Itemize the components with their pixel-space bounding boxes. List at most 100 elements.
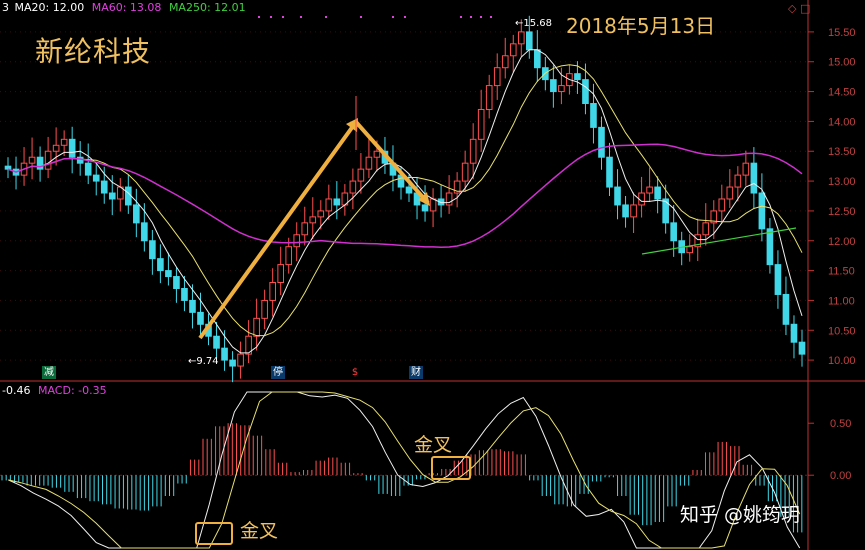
price-tick-label: 15.50 <box>828 27 856 39</box>
candle <box>734 174 742 188</box>
marker-dot <box>282 16 284 18</box>
stock-chart-window: 10.00 10.50 11.00 11.50 12.00 12.50 13.00 13.50… <box>0 0 865 550</box>
macd-dif-value: -0.46 <box>2 384 31 397</box>
price-tick-label: 14.50 <box>828 87 856 99</box>
candle <box>606 156 613 188</box>
candle <box>373 150 381 158</box>
candle <box>28 156 36 164</box>
candle <box>309 216 317 224</box>
high-price-label: ←15.68 <box>515 18 553 29</box>
candle <box>141 222 148 242</box>
candle <box>534 49 541 69</box>
candle <box>614 186 621 206</box>
candle <box>646 186 653 194</box>
candle <box>469 138 477 164</box>
candle <box>84 162 92 176</box>
price-tick-label: 13.00 <box>828 176 856 188</box>
price-tick-label: 10.00 <box>828 355 856 367</box>
golden-cross-label-2: 金叉 <box>414 434 453 456</box>
candle <box>421 204 429 212</box>
candle <box>189 299 196 313</box>
candle <box>181 287 188 301</box>
marker-dot <box>404 16 406 18</box>
candle <box>237 353 244 367</box>
candle <box>558 85 565 93</box>
candle <box>293 234 301 248</box>
candle <box>44 150 52 170</box>
candle <box>750 162 758 194</box>
marker-dot <box>470 16 472 18</box>
marker-dot <box>258 16 260 18</box>
candle <box>149 240 156 260</box>
candle <box>501 55 509 69</box>
high-price-value: 15.68 <box>523 18 553 29</box>
candle <box>726 186 734 200</box>
candle <box>221 347 228 361</box>
event-marker-dividend[interactable]: $ <box>349 366 361 379</box>
candle <box>333 198 341 206</box>
candle <box>405 186 413 194</box>
candle <box>253 317 260 337</box>
candle <box>702 222 710 236</box>
ma20-legend: MA20: 12.00 <box>14 1 85 14</box>
price-tick-label: 10.50 <box>828 325 856 337</box>
candle <box>60 138 68 146</box>
candle <box>686 246 694 254</box>
candle <box>157 258 164 272</box>
candle <box>461 162 469 182</box>
candle <box>742 162 750 176</box>
price-tick-label: 11.00 <box>828 295 855 307</box>
candle <box>485 85 493 110</box>
macd-tick-label: 0.00 <box>830 470 851 482</box>
square-icon: □ <box>800 2 810 15</box>
marker-dot <box>480 16 482 18</box>
marker-dot <box>300 16 302 18</box>
macd-tick-label: 0.50 <box>830 418 851 430</box>
candle <box>758 192 766 230</box>
candle <box>782 293 790 325</box>
macd-value: MACD: -0.35 <box>37 384 107 397</box>
candle <box>774 264 782 295</box>
price-tick-label: 13.50 <box>828 146 856 158</box>
candle <box>429 198 437 212</box>
candle <box>517 31 525 45</box>
candle <box>574 73 581 81</box>
event-marker-finance[interactable]: 财 <box>409 366 423 379</box>
candle <box>630 204 637 218</box>
candle <box>100 180 108 194</box>
candle <box>509 43 517 57</box>
candle <box>92 174 100 182</box>
candle <box>301 222 309 236</box>
candle <box>125 186 132 206</box>
candle <box>317 210 325 218</box>
candle <box>269 282 276 301</box>
candle <box>4 165 12 170</box>
candle <box>357 168 365 182</box>
candle <box>68 138 76 158</box>
event-marker-reduce[interactable]: 减 <box>42 366 56 379</box>
marker-dot <box>325 16 327 18</box>
stock-name-title: 新纶科技 <box>35 35 152 68</box>
candle <box>76 156 84 164</box>
low-price-label: ←9.74 <box>188 356 219 367</box>
event-marker-halt[interactable]: 停 <box>271 366 285 379</box>
candle <box>108 192 116 200</box>
ma60-legend: MA60: 13.08 <box>91 1 162 14</box>
price-tick-label: 12.50 <box>828 206 856 218</box>
candle <box>349 180 357 194</box>
candle <box>622 204 629 218</box>
price-tick-label: 14.00 <box>828 116 856 128</box>
price-chart[interactable]: 10.00 10.50 11.00 11.50 12.00 12.50 13.00 13.50… <box>0 0 865 550</box>
diamond-icon: ◇ <box>788 2 797 15</box>
price-tick-label: 15.00 <box>828 57 856 69</box>
candle <box>718 198 726 212</box>
header-item: 3 <box>2 1 9 14</box>
marker-dot <box>490 16 492 18</box>
candle <box>526 31 533 51</box>
candle <box>654 186 661 200</box>
low-price-value: 9.74 <box>196 356 219 367</box>
ma250-legend: MA250: 12.01 <box>168 1 246 14</box>
candle <box>493 67 501 87</box>
candle <box>277 264 284 284</box>
candle <box>133 204 140 224</box>
